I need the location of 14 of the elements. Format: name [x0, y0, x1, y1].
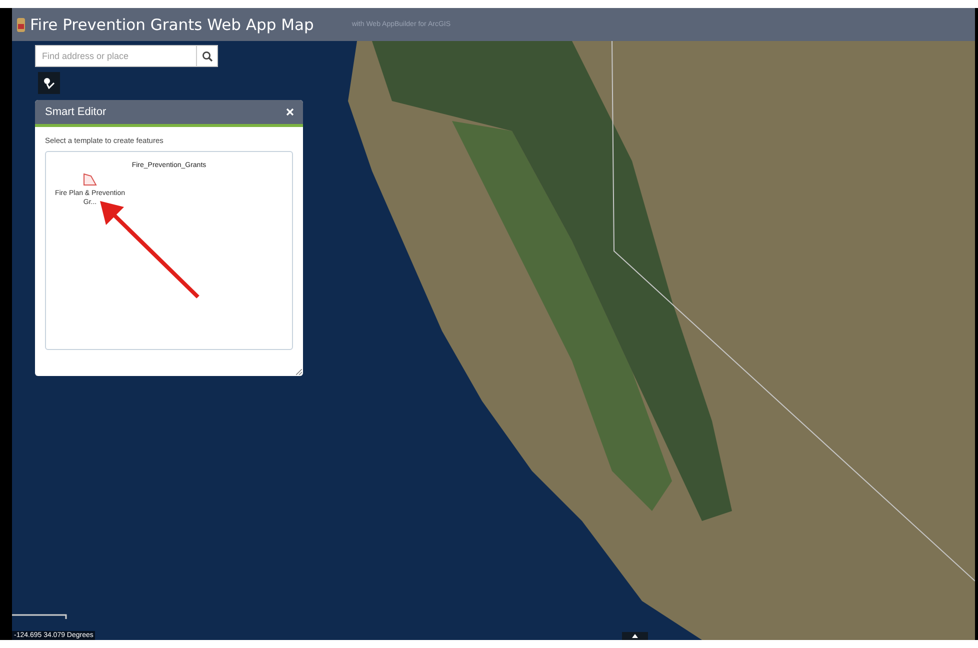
- search-button[interactable]: [196, 45, 218, 67]
- search-field[interactable]: Find address or place: [35, 45, 196, 67]
- app-title: Fire Prevention Grants Web App Map: [30, 16, 314, 34]
- close-icon: [286, 108, 294, 116]
- close-button[interactable]: [285, 106, 295, 118]
- resize-handle-icon[interactable]: [296, 369, 302, 375]
- search-icon: [202, 50, 212, 62]
- app-logo-icon: [16, 16, 26, 34]
- panel-title: Smart Editor: [45, 106, 106, 118]
- polygon-symbol-icon: [82, 173, 98, 187]
- attribution-toggle[interactable]: [622, 632, 648, 640]
- caret-up-icon: [632, 634, 638, 638]
- location-pin-icon: [43, 77, 55, 89]
- locate-button[interactable]: [38, 72, 60, 94]
